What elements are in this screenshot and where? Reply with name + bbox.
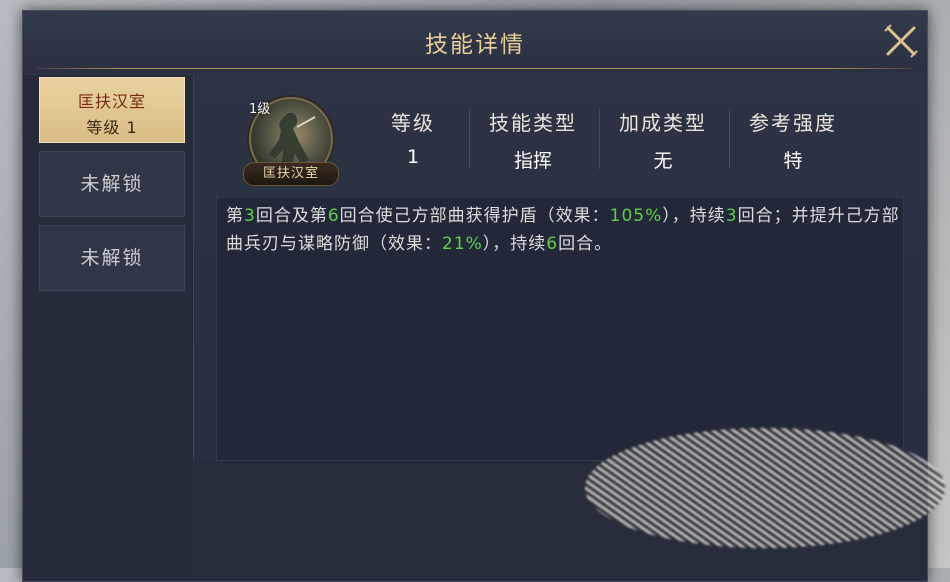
- stat-bonus-type: 加成类型 无: [599, 107, 727, 173]
- stat-skill-type: 技能类型 指挥: [469, 107, 597, 173]
- close-x-icon: [884, 24, 918, 58]
- tab-locked-1[interactable]: 未解锁: [39, 151, 185, 217]
- skill-name-plate: 匡扶汉室: [243, 162, 339, 186]
- title-divider: [37, 68, 913, 69]
- dialog-title: 技能详情: [425, 32, 525, 58]
- close-button[interactable]: [881, 21, 921, 61]
- stat-label: 技能类型: [489, 111, 577, 135]
- stat-value: 特: [783, 150, 803, 172]
- stat-label: 等级: [391, 111, 435, 135]
- stat-value: 指挥: [513, 150, 552, 172]
- tab-locked-2[interactable]: 未解锁: [39, 225, 185, 291]
- title-bar: 技能详情: [23, 11, 927, 73]
- stat-value: 无: [653, 150, 673, 172]
- obscured-overlay-region: [585, 428, 945, 548]
- tab-skill-kuangfuhanshi[interactable]: 匡扶汉室 等级 1: [39, 77, 185, 143]
- tab-locked-label: 未解锁: [80, 173, 144, 195]
- stat-level: 等级 1: [349, 107, 477, 168]
- skill-level-badge: 1级: [249, 102, 271, 117]
- stat-label: 参考强度: [749, 111, 837, 135]
- tab-skill-level: 等级 1: [86, 118, 138, 137]
- stat-value: 1: [406, 146, 420, 168]
- skill-description-box[interactable]: 第3回合及第6回合使己方部曲获得护盾（效果：105%），持续3回合；并提升己方部…: [216, 197, 904, 461]
- skill-description-text: 第3回合及第6回合使己方部曲获得护盾（效果：105%），持续3回合；并提升己方部…: [226, 206, 900, 254]
- stat-reference-strength: 参考强度 特: [729, 107, 857, 173]
- skill-tab-sidebar: 匡扶汉室 等级 1 未解锁 未解锁: [23, 75, 194, 581]
- stat-label: 加成类型: [619, 111, 707, 135]
- tab-skill-name: 匡扶汉室: [77, 92, 146, 111]
- tab-locked-label: 未解锁: [80, 247, 144, 269]
